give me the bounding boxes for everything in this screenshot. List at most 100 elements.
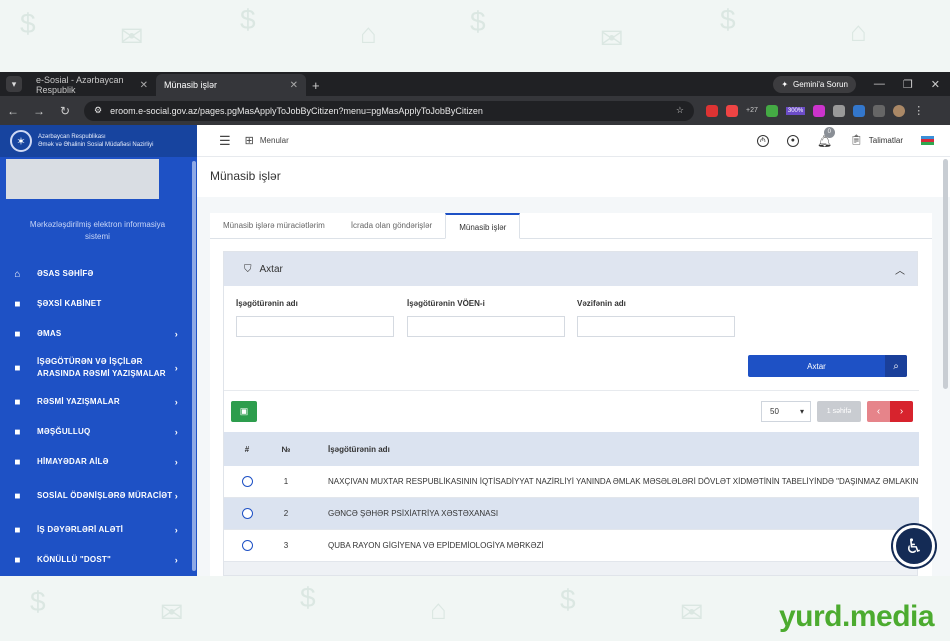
sidebar-item-resmi-yazismalar-iscilerle[interactable]: ■ İŞƏGÖTÜRƏN VƏ İŞÇİLƏR ARASINDA RƏSMİ Y… bbox=[0, 353, 192, 383]
employer-voen-input[interactable] bbox=[407, 316, 565, 337]
row-select bbox=[224, 476, 270, 487]
sidebar-item-is-deyerleri[interactable]: ■ İŞ DƏYƏRLƏRİ ALƏTİ › bbox=[0, 519, 192, 541]
user-icon[interactable]: ● bbox=[786, 134, 799, 147]
search-button[interactable]: Axtar ⌕ bbox=[748, 355, 907, 377]
bell-icon[interactable]: 🔔︎ 0 bbox=[817, 126, 835, 148]
bookmark-star-icon[interactable]: ☆ bbox=[676, 105, 684, 116]
chevron-right-icon: › bbox=[174, 363, 178, 373]
gemini-icon: ✦ bbox=[781, 80, 789, 89]
extension-icon[interactable] bbox=[833, 104, 846, 117]
chevron-right-icon: › bbox=[174, 555, 178, 565]
zoom-extension-badge[interactable]: 300% bbox=[785, 106, 806, 115]
chevron-right-icon: › bbox=[174, 525, 178, 535]
sidebar-item-emas[interactable]: ■ ƏMAS › bbox=[0, 323, 192, 345]
menular-button[interactable]: ⊞ Menular bbox=[245, 134, 289, 147]
topbar: ☰ ⊞ Menular ₼ ● 🔔︎ 0 📋︎ Talimatlar bbox=[197, 125, 950, 157]
extension-icon[interactable] bbox=[706, 104, 718, 117]
window-close-icon[interactable]: ✕ bbox=[931, 78, 940, 91]
table-row[interactable]: 2 GƏNCƏ ŞƏHƏR PSİXİATRİYA XƏSTƏXANASI bbox=[224, 498, 919, 530]
excel-export-button[interactable]: ▣ bbox=[231, 401, 257, 422]
org-name: Azərbaycan Respublikası Əmək və Əhalinin… bbox=[38, 133, 153, 149]
download-extension-icon[interactable] bbox=[813, 104, 826, 117]
chevron-right-icon: › bbox=[174, 491, 178, 501]
row-radio[interactable] bbox=[241, 540, 253, 551]
row-employer-name: QUBA RAYON GİGİYENA VƏ EPİDEMİOLOGİYA MƏ… bbox=[328, 541, 544, 550]
sidebar-header[interactable]: ✶ Azərbaycan Respublikası Əmək və Əhalin… bbox=[0, 125, 197, 157]
browser-tab-esosial[interactable]: e-Sosial - Azərbaycan Respublik ✕ bbox=[28, 74, 156, 96]
gemini-label: Gemini'a Sorun bbox=[793, 80, 848, 89]
telimatlar-button[interactable]: 📋︎ Talimatlar bbox=[850, 135, 903, 146]
close-icon[interactable]: ✕ bbox=[290, 80, 298, 91]
app: ✶ Azərbaycan Respublikası Əmək və Əhalin… bbox=[0, 125, 950, 576]
employer-name-input[interactable] bbox=[236, 316, 394, 337]
table-row[interactable]: 3 QUBA RAYON GİGİYENA VƏ EPİDEMİOLOGİYA … bbox=[224, 530, 919, 562]
gemini-button[interactable]: ✦ Gemini'a Sorun bbox=[773, 76, 856, 93]
position-name-input[interactable] bbox=[577, 316, 735, 337]
row-select bbox=[224, 540, 270, 551]
tab-muracietlerim[interactable]: Münasib işlərə müraciətlərim bbox=[210, 213, 338, 239]
new-tab-icon[interactable]: + bbox=[312, 78, 320, 93]
folder-icon: ■ bbox=[14, 362, 21, 374]
sidebar-item-mesgulluq[interactable]: ■ MƏŞĞULLUQ › bbox=[0, 421, 192, 443]
extension-icon[interactable] bbox=[765, 104, 778, 117]
url-input[interactable]: ⚙ eroom.e-social.gov.az/pages.pgMasApply… bbox=[84, 100, 694, 121]
back-icon[interactable]: ← bbox=[6, 104, 20, 118]
sidebar-item-sosial-odenisler[interactable]: ■ SOSİAL ÖDƏNİŞLƏRƏ MÜRACİƏT › bbox=[0, 481, 192, 511]
extension-badge[interactable]: +27 bbox=[746, 107, 758, 114]
minimize-icon[interactable]: — bbox=[874, 78, 885, 91]
main-scrollbar[interactable] bbox=[943, 159, 948, 389]
kebab-menu-icon[interactable]: ⋮ bbox=[913, 104, 924, 117]
browser-tab-munasib[interactable]: Münasib işlər ✕ bbox=[156, 74, 306, 96]
accessibility-icon: ♿︎ bbox=[905, 535, 923, 558]
filter-icon: ⛉ bbox=[244, 263, 252, 275]
prev-page-button[interactable]: ‹ bbox=[867, 401, 890, 422]
reload-icon[interactable]: ↻ bbox=[58, 104, 72, 118]
search-card-header[interactable]: ⛉ Axtar ︿ bbox=[224, 252, 917, 286]
chevron-right-icon: › bbox=[174, 457, 178, 467]
puzzle-icon[interactable] bbox=[873, 104, 886, 117]
position-name-group: Vəzifənin adı bbox=[577, 299, 735, 337]
sidebar: ✶ Azərbaycan Respublikası Əmək və Əhalin… bbox=[0, 125, 197, 576]
sidebar-item-sexsi-kabinet[interactable]: ■ ŞƏXSİ KABİNET bbox=[0, 293, 192, 315]
caret-down-icon: ▾ bbox=[799, 407, 804, 416]
profile-avatar[interactable] bbox=[893, 104, 906, 117]
folder-icon: ■ bbox=[14, 328, 21, 340]
tab-search-icon[interactable]: ▾ bbox=[6, 76, 22, 92]
search-card-title: Axtar bbox=[259, 263, 283, 275]
row-employer-name: GƏNCƏ ŞƏHƏR PSİXİATRİYA XƏSTƏXANASI bbox=[328, 509, 499, 518]
forward-icon[interactable]: → bbox=[32, 104, 46, 118]
close-icon[interactable]: ✕ bbox=[140, 80, 148, 91]
sidebar-item-resmi-yazismalar[interactable]: ■ RƏSMİ YAZIŞMALAR › bbox=[0, 391, 192, 413]
currency-icon[interactable]: ₼ bbox=[756, 134, 769, 147]
page-info-badge: 1 səhifə bbox=[817, 401, 861, 422]
extension-icon[interactable] bbox=[853, 104, 866, 117]
row-number: 1 bbox=[283, 477, 289, 486]
sidebar-item-himayedar-aile[interactable]: ■ HİMAYƏDAR AİLƏ › bbox=[0, 451, 192, 473]
chevron-up-icon[interactable]: ︿ bbox=[895, 262, 905, 277]
site-info-icon[interactable]: ⚙ bbox=[94, 105, 102, 116]
tab-icrada-olan-gonderisler[interactable]: İcrada olan göndərişlər bbox=[338, 213, 445, 239]
page-size-select[interactable]: 50 ▾ bbox=[761, 401, 811, 422]
tab-munasib-isler[interactable]: Münasib işlər bbox=[445, 213, 521, 239]
table-row[interactable]: 1 NAXÇIVAN MUXTAR RESPUBLİKASININ İQTİSA… bbox=[224, 466, 919, 498]
sidebar-item-esas-sehife[interactable]: ⌂ ƏSAS SƏHİFƏ bbox=[0, 263, 192, 285]
telimatlar-label: Talimatlar bbox=[868, 136, 903, 145]
accessibility-button[interactable]: ♿︎ bbox=[893, 525, 935, 567]
employer-voen-label: İşəgötürənin VÖEN-i bbox=[407, 299, 485, 308]
row-number: 3 bbox=[283, 541, 289, 550]
user-info-placeholder bbox=[6, 159, 159, 199]
row-radio[interactable] bbox=[241, 508, 253, 519]
hamburger-menu-icon[interactable]: ☰ bbox=[219, 133, 231, 149]
page-title: Münasib işlər bbox=[210, 169, 281, 183]
home-icon: ⌂ bbox=[14, 268, 21, 280]
pdf-extension-icon[interactable] bbox=[726, 104, 738, 117]
next-page-button[interactable]: › bbox=[890, 401, 913, 422]
sidebar-item-konullu-dost[interactable]: ■ KÖNÜLLÜ "DOST" › bbox=[0, 549, 192, 571]
position-name-label: Vəzifənin adı bbox=[577, 299, 626, 308]
sidebar-scrollbar[interactable] bbox=[192, 161, 196, 571]
azerbaijan-flag-icon[interactable] bbox=[921, 136, 934, 145]
excel-icon: ▣ bbox=[239, 406, 249, 416]
employer-name-label: İşəgötürənin adı bbox=[236, 299, 298, 308]
restore-icon[interactable]: ❐ bbox=[903, 78, 913, 91]
row-radio[interactable] bbox=[241, 476, 253, 487]
